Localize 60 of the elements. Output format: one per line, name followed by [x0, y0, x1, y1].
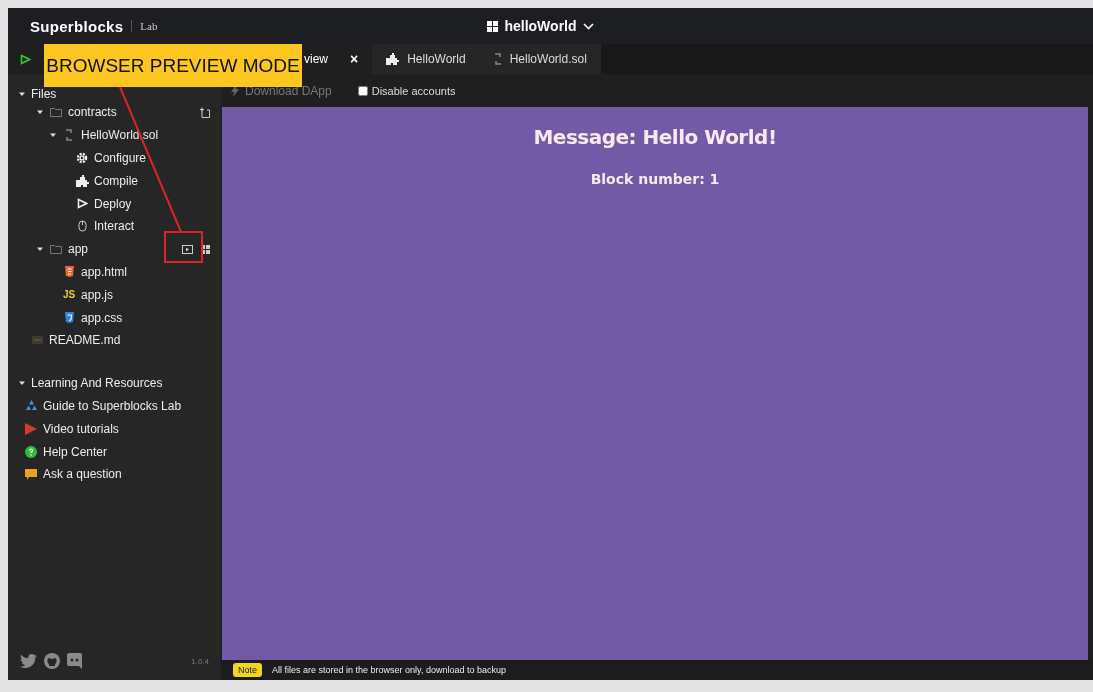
resource-link[interactable]: Ask a question	[8, 462, 221, 486]
message-heading: Message: Hello World!	[533, 125, 777, 149]
caret-icon[interactable]	[18, 90, 26, 98]
html-file-icon	[64, 266, 74, 278]
css-file-icon	[64, 312, 74, 324]
resource-link[interactable]: Guide to Superblocks Lab	[8, 394, 221, 418]
gear-icon	[76, 152, 88, 164]
preview-icon[interactable]	[182, 244, 193, 254]
tree-item[interactable]: app	[8, 237, 221, 261]
bird-icon[interactable]	[20, 654, 37, 668]
tab[interactable]: HelloWorld	[372, 44, 480, 74]
tree-item[interactable]: Compile	[8, 169, 221, 193]
run-icon[interactable]	[20, 53, 31, 65]
folder-icon	[50, 244, 62, 255]
tree-item[interactable]: README.md	[8, 328, 221, 352]
help-icon	[25, 445, 37, 458]
triangles-icon	[24, 400, 38, 412]
block-number: Block number: 1	[590, 171, 720, 187]
section-header[interactable]: Learning And Resources	[8, 371, 221, 395]
tree-item[interactable]: Interact	[8, 215, 221, 238]
tab[interactable]: view ×	[302, 44, 373, 74]
file-icon	[31, 336, 43, 345]
grid-icon	[487, 20, 499, 32]
swap-icon	[65, 129, 73, 142]
play-icon	[76, 198, 88, 210]
status-text: All files are stored in the browser only, download to backup	[272, 665, 506, 675]
swap-icon	[493, 53, 502, 65]
version-label: 1.0.4	[191, 656, 209, 666]
checkbox-label: Disable accounts	[371, 84, 456, 97]
tree-item[interactable]: Files	[8, 87, 221, 101]
tree-item[interactable]: Deploy	[8, 192, 221, 215]
resource-link[interactable]: Video tutorials	[8, 417, 221, 441]
product-name: Lab	[131, 20, 158, 32]
checkbox[interactable]	[357, 85, 368, 96]
mouse-icon	[77, 220, 87, 233]
tree-item[interactable]: JS app.js	[8, 283, 221, 307]
lightning-icon	[231, 84, 239, 97]
tree-item[interactable]: Configure	[8, 146, 221, 170]
js-file-icon: JS	[62, 289, 76, 301]
callout-label: BROWSER PREVIEW MODE	[44, 44, 302, 87]
logo: Superblocks	[30, 17, 124, 35]
chat-bubble-icon[interactable]	[67, 653, 82, 669]
puzzle-icon	[386, 53, 400, 65]
tree-item[interactable]: app.html	[8, 260, 221, 284]
highlight-frame	[164, 231, 203, 263]
new-file-icon[interactable]	[199, 106, 210, 118]
tab[interactable]: HelloWorld.sol	[479, 44, 601, 74]
project-name[interactable]: helloWorld	[504, 18, 577, 34]
chat-icon	[25, 468, 37, 480]
close-button[interactable]: ×	[350, 51, 359, 67]
resource-link[interactable]: Help Center	[8, 440, 221, 463]
tree-item[interactable]: contracts	[8, 101, 221, 124]
chevron-down-icon[interactable]	[582, 22, 594, 30]
puzzle-icon	[75, 174, 89, 187]
play-icon	[25, 422, 37, 435]
folder-icon	[50, 107, 62, 118]
github-icon[interactable]	[44, 653, 60, 669]
note-badge: Note	[233, 663, 262, 677]
layout-icon[interactable]	[201, 244, 210, 254]
tree-item[interactable]: app.css	[8, 306, 221, 329]
